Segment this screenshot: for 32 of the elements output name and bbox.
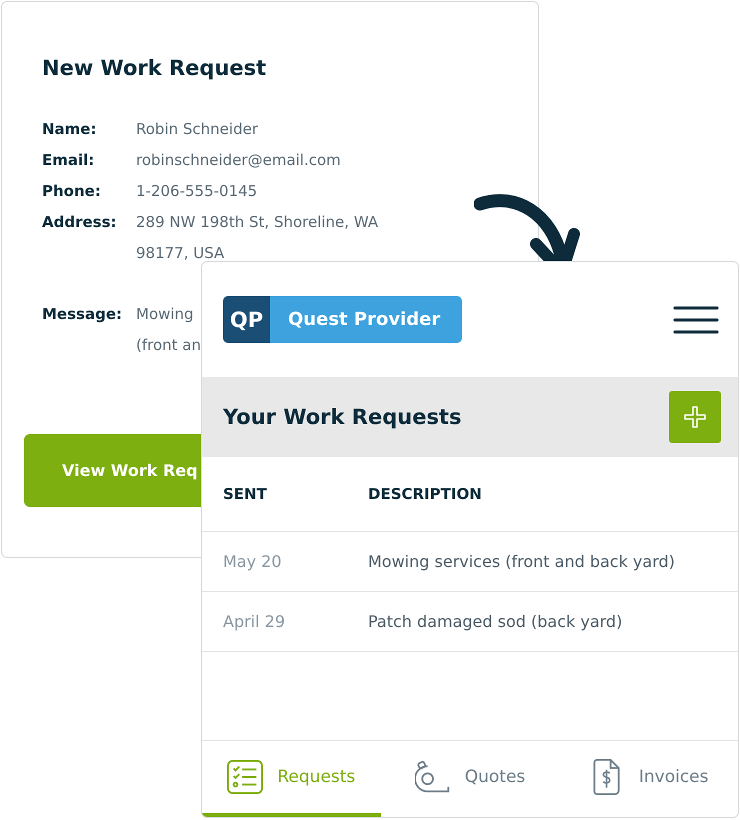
nav-tab[interactable]: Requests bbox=[202, 741, 381, 817]
table-cell: Mowing services (front and back yard) bbox=[368, 552, 675, 571]
field-value: robinschneider@email.com bbox=[136, 150, 341, 171]
field-value: 98177, USA bbox=[136, 243, 224, 264]
nav-tab[interactable]: Quotes bbox=[380, 741, 560, 817]
field-label: Message: bbox=[42, 304, 123, 325]
page-heading: Your Work Requests bbox=[223, 405, 462, 429]
card-title: New Work Request bbox=[42, 56, 268, 80]
logo-name: Quest Provider bbox=[270, 296, 462, 343]
field-label: Name: bbox=[42, 119, 98, 140]
plus-icon bbox=[683, 405, 707, 429]
column-header: DESCRIPTION bbox=[368, 485, 482, 503]
field-value: 1-206-555-0145 bbox=[136, 181, 258, 202]
field-value: Mowing bbox=[136, 304, 194, 325]
table-cell: Patch damaged sod (back yard) bbox=[368, 612, 622, 631]
column-header: SENT bbox=[223, 485, 268, 503]
field-label: Address: bbox=[42, 212, 118, 233]
logo[interactable]: QP Quest Provider bbox=[223, 296, 462, 343]
view-requests-button[interactable]: View Work Req bbox=[24, 434, 202, 507]
menu-icon[interactable] bbox=[673, 306, 719, 334]
table-cell-text: April 29 bbox=[223, 612, 286, 631]
tape-measure-icon bbox=[414, 759, 451, 795]
nav-tab[interactable]: Invoices bbox=[559, 741, 738, 817]
field-value: (front an bbox=[136, 335, 202, 356]
table-cell-text: May 20 bbox=[223, 552, 283, 571]
field-label: Email: bbox=[42, 150, 96, 171]
checklist-icon bbox=[227, 759, 264, 795]
logo-mark: QP bbox=[223, 296, 270, 343]
field-label: Phone: bbox=[42, 181, 102, 202]
add-button[interactable] bbox=[669, 391, 721, 443]
field-value: Robin Schneider bbox=[136, 119, 258, 140]
field-value: 289 NW 198th St, Shoreline, WA bbox=[136, 212, 378, 233]
